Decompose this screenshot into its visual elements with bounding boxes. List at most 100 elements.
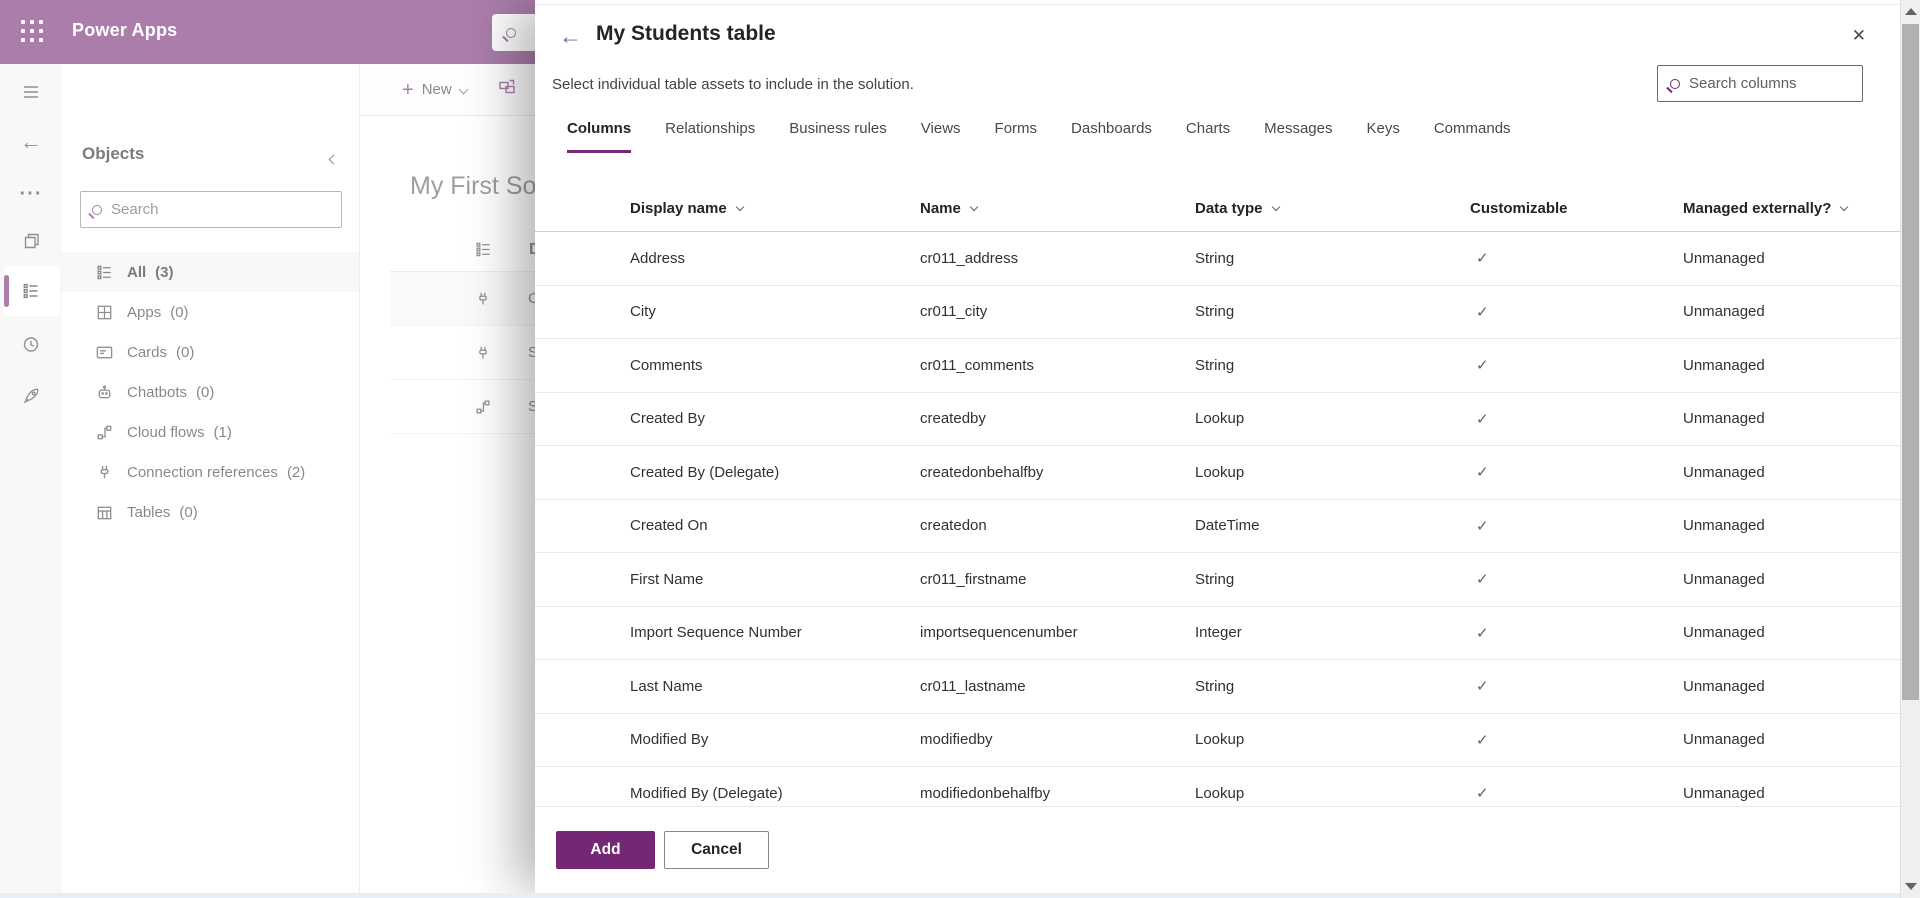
cell-display-name: Created By (Delegate) [630, 463, 780, 481]
vertical-scrollbar[interactable] [1900, 0, 1920, 898]
chevron-down-icon [735, 202, 744, 211]
cell-data-type: Lookup [1195, 410, 1245, 428]
cell-name: createdon [920, 517, 987, 535]
customizable-checkmark-icon: ✓ [1476, 250, 1489, 268]
customizable-checkmark-icon: ✓ [1476, 624, 1489, 642]
cell-display-name: Modified By (Delegate) [630, 784, 783, 802]
add-button[interactable]: Add [556, 831, 655, 869]
cell-data-type: String [1195, 570, 1235, 588]
cell-managed-externally: Unmanaged [1683, 303, 1765, 321]
columns-table-header: Display name Name Data type Customizable… [535, 185, 1900, 232]
cell-name: createdonbehalfby [920, 463, 1044, 481]
tab[interactable]: Columns [567, 120, 632, 153]
tab[interactable]: Business rules [789, 120, 887, 153]
scroll-up-arrow-icon[interactable] [1905, 8, 1917, 15]
cell-display-name: Address [630, 249, 686, 267]
cell-managed-externally: Unmanaged [1683, 570, 1765, 588]
customizable-checkmark-icon: ✓ [1476, 410, 1489, 428]
cell-managed-externally: Unmanaged [1683, 517, 1765, 535]
dialog-footer: Add Cancel [535, 806, 1900, 893]
table-row[interactable]: Created By createdby Lookup ✓ Unmanaged [535, 393, 1900, 446]
table-row[interactable]: Modified By (Delegate) modifiedonbehalfb… [535, 767, 1900, 806]
table-row[interactable]: First Name cr011_firstname String ✓ Unma… [535, 553, 1900, 607]
dialog-title: My Students table [596, 22, 776, 45]
cell-name: modifiedonbehalfby [920, 784, 1051, 802]
cell-managed-externally: Unmanaged [1683, 677, 1765, 695]
cell-name: cr011_city [920, 303, 988, 321]
cell-data-type: DateTime [1195, 517, 1260, 535]
tab[interactable]: Keys [1366, 120, 1399, 153]
cell-name: cr011_address [920, 249, 1019, 267]
cell-name: cr011_comments [920, 356, 1034, 374]
table-row[interactable]: Comments cr011_comments String ✓ Unmanag… [535, 339, 1900, 393]
column-header-managed-externally[interactable]: Managed externally? [1683, 200, 1900, 217]
cell-managed-externally: Unmanaged [1683, 410, 1765, 428]
scroll-down-arrow-icon[interactable] [1905, 883, 1917, 890]
power-apps-window: { "header": { "app_name": "Power Apps" }… [0, 0, 1920, 898]
search-columns-input[interactable] [1689, 75, 1843, 92]
cell-name: createdby [920, 410, 986, 428]
table-assets-dialog: My Students table Select individual tabl… [535, 0, 1900, 893]
column-header-data-type[interactable]: Data type [1195, 200, 1470, 217]
tab[interactable]: Messages [1264, 120, 1332, 153]
cell-name: cr011_firstname [920, 570, 1027, 588]
column-header-name[interactable]: Name [920, 200, 1195, 217]
customizable-checkmark-icon: ✓ [1476, 357, 1489, 375]
close-icon[interactable] [1852, 26, 1866, 46]
tab[interactable]: Relationships [665, 120, 755, 153]
cell-display-name: Comments [630, 356, 703, 374]
table-row[interactable]: Modified By modifiedby Lookup ✓ Unmanage… [535, 714, 1900, 767]
dialog-subtitle: Select individual table assets to includ… [552, 76, 914, 93]
customizable-checkmark-icon: ✓ [1476, 785, 1489, 803]
cell-display-name: Created By [630, 410, 706, 428]
table-row[interactable]: City cr011_city String ✓ Unmanaged [535, 286, 1900, 339]
cell-display-name: Last Name [630, 677, 703, 695]
cell-data-type: Lookup [1195, 784, 1245, 802]
cell-managed-externally: Unmanaged [1683, 463, 1765, 481]
cell-display-name: Modified By [630, 731, 709, 749]
table-row[interactable]: Last Name cr011_lastname String ✓ Unmana… [535, 660, 1900, 714]
cell-data-type: Lookup [1195, 731, 1245, 749]
tab[interactable]: Commands [1434, 120, 1511, 153]
customizable-checkmark-icon: ✓ [1476, 571, 1489, 589]
customizable-checkmark-icon: ✓ [1476, 678, 1489, 696]
cell-data-type: String [1195, 356, 1235, 374]
tab[interactable]: Views [921, 120, 961, 153]
column-header-customizable: Customizable [1470, 199, 1568, 217]
search-columns-box[interactable] [1657, 65, 1863, 102]
chevron-down-icon [1840, 202, 1849, 211]
table-row[interactable]: Address cr011_address String ✓ Unmanaged [535, 232, 1900, 286]
scrollbar-thumb[interactable] [1902, 24, 1919, 700]
cell-name: cr011_lastname [920, 677, 1026, 695]
cell-name: importsequencenumber [920, 624, 1078, 642]
tab[interactable]: Forms [995, 120, 1038, 153]
tab[interactable]: Dashboards [1071, 120, 1152, 153]
customizable-checkmark-icon: ✓ [1476, 731, 1489, 749]
customizable-checkmark-icon: ✓ [1476, 464, 1489, 482]
column-header-display-name[interactable]: Display name [630, 200, 920, 217]
cell-managed-externally: Unmanaged [1683, 356, 1765, 374]
cell-managed-externally: Unmanaged [1683, 784, 1765, 802]
cell-managed-externally: Unmanaged [1683, 249, 1765, 267]
cell-data-type: String [1195, 303, 1235, 321]
table-row[interactable]: Created On createdon DateTime ✓ Unmanage… [535, 500, 1900, 553]
cell-display-name: Created On [630, 517, 708, 535]
cell-display-name: First Name [630, 570, 704, 588]
cell-managed-externally: Unmanaged [1683, 624, 1765, 642]
customizable-checkmark-icon: ✓ [1476, 303, 1489, 321]
horizontal-scrollbar[interactable] [0, 893, 1900, 898]
cell-display-name: City [630, 303, 656, 321]
cell-managed-externally: Unmanaged [1683, 731, 1765, 749]
chevron-down-icon [969, 202, 979, 211]
asset-tabs: Columns Relationships Business rules Views F… [567, 120, 1511, 153]
cell-display-name: Import Sequence Number [630, 624, 802, 642]
tab[interactable]: Charts [1186, 120, 1230, 153]
cell-data-type: String [1195, 677, 1235, 695]
customizable-checkmark-icon: ✓ [1476, 517, 1489, 535]
cell-data-type: Lookup [1195, 463, 1245, 481]
back-arrow-icon[interactable] [559, 23, 582, 50]
table-row[interactable]: Created By (Delegate) createdonbehalfby … [535, 446, 1900, 500]
table-row[interactable]: Import Sequence Number importsequencenum… [535, 607, 1900, 660]
cancel-button[interactable]: Cancel [664, 831, 769, 869]
cell-name: modifiedby [920, 731, 993, 749]
